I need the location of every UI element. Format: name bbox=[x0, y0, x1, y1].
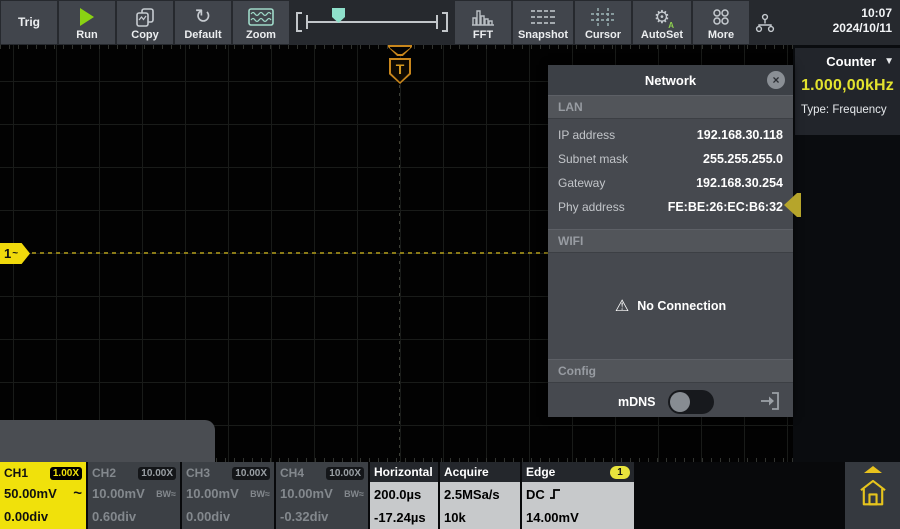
counter-panel: Counter ▼ 1.000,00kHz Type: Frequency bbox=[795, 48, 900, 135]
trigger-panel[interactable]: Edge 1 DC 14.00mV bbox=[522, 462, 634, 529]
timebase-value: 200.0µs bbox=[374, 487, 421, 502]
zoom-waveform-icon bbox=[248, 5, 274, 29]
trigger-level-marker[interactable] bbox=[784, 193, 801, 217]
cursor-icon bbox=[591, 5, 615, 29]
cursor-button[interactable]: Cursor bbox=[575, 1, 631, 44]
bandwidth-limit-icon: BW≈ bbox=[156, 489, 176, 499]
bandwidth-limit-icon: BW≈ bbox=[250, 489, 270, 499]
mdns-label: mDNS bbox=[618, 395, 656, 409]
sample-rate-value: 2.5MSa/s bbox=[444, 487, 500, 502]
more-button[interactable]: More bbox=[693, 1, 749, 44]
collapsed-menu-panel[interactable] bbox=[0, 420, 215, 462]
trigger-shield-icon: T bbox=[389, 58, 411, 84]
horizontal-position-slider[interactable] bbox=[292, 0, 452, 45]
date-label: 2024/10/11 bbox=[833, 21, 892, 36]
ch2-probe-badge: 10.00X bbox=[138, 467, 176, 480]
memory-depth-value: 10k bbox=[444, 510, 466, 525]
clock: 10:07 2024/10/11 bbox=[833, 0, 900, 45]
zoom-button[interactable]: Zoom bbox=[233, 1, 289, 44]
ch4-tile[interactable]: CH4 10.00X 10.00mV BW≈ -0.32div bbox=[276, 462, 368, 529]
wifi-status-text: No Connection bbox=[637, 299, 726, 313]
gateway-row[interactable]: Gateway 192.168.30.254 bbox=[548, 171, 793, 195]
trigger-coupling-value: DC bbox=[526, 487, 545, 502]
reset-icon: ↻ bbox=[195, 5, 212, 29]
lan-section-header: LAN bbox=[548, 95, 793, 119]
run-play-icon bbox=[80, 5, 94, 29]
default-button[interactable]: ↻ Default bbox=[175, 1, 231, 44]
copy-button[interactable]: Copy bbox=[117, 1, 173, 44]
wifi-status: ⚠ No Connection bbox=[548, 253, 793, 359]
trigger-level-value: 14.00mV bbox=[526, 510, 579, 525]
lan-status-icon[interactable] bbox=[752, 0, 778, 45]
slider-right-bracket bbox=[442, 12, 448, 32]
snapshot-icon bbox=[530, 5, 556, 29]
bottom-status-bar: CH1 1.00X 50.00mV ~ 0.00div CH2 10.00X 1… bbox=[0, 462, 900, 529]
warning-icon: ⚠ bbox=[615, 296, 629, 316]
slider-track bbox=[306, 21, 438, 23]
mdns-toggle[interactable] bbox=[668, 390, 714, 414]
counter-title: Counter bbox=[826, 54, 876, 69]
network-dialog-header: Network × bbox=[548, 65, 793, 95]
ac-coupling-icon: ~ bbox=[73, 485, 82, 502]
oscilloscope-screen: Trig Run Copy ↻ Default Zoom bbox=[0, 0, 900, 529]
top-toolbar: Trig Run Copy ↻ Default Zoom bbox=[0, 0, 900, 45]
mdns-row: mDNS bbox=[548, 383, 793, 421]
time-label: 10:07 bbox=[833, 6, 892, 21]
trigger-source-badge: 1 bbox=[610, 466, 630, 479]
copy-icon bbox=[135, 5, 155, 29]
home-icon bbox=[856, 476, 890, 510]
network-dialog: Network × LAN IP address 192.168.30.118 … bbox=[548, 65, 793, 417]
expand-up-icon bbox=[864, 466, 882, 473]
config-section-header: Config bbox=[548, 359, 793, 383]
horizontal-offset-value: -17.24µs bbox=[374, 510, 426, 525]
slider-right-tick bbox=[436, 15, 438, 29]
fft-button[interactable]: FFT bbox=[455, 1, 511, 44]
snapshot-button[interactable]: Snapshot bbox=[513, 1, 573, 44]
acquire-panel[interactable]: Acquire 2.5MSa/s 10k bbox=[440, 462, 520, 529]
bandwidth-limit-icon: BW≈ bbox=[344, 489, 364, 499]
right-sidebar: Counter ▼ 1.000,00kHz Type: Frequency bbox=[793, 45, 900, 462]
phy-address-row[interactable]: Phy address FE:BE:26:EC:B6:32 bbox=[548, 195, 793, 219]
ch1-probe-badge: 1.00X bbox=[50, 467, 82, 480]
trig-label: Trig bbox=[18, 16, 40, 29]
ch3-probe-badge: 10.00X bbox=[232, 467, 270, 480]
ch3-tile[interactable]: CH3 10.00X 10.00mV BW≈ 0.00div bbox=[182, 462, 274, 529]
chevron-down-icon: ▼ bbox=[884, 56, 894, 67]
fft-icon bbox=[471, 5, 495, 29]
ch2-tile[interactable]: CH2 10.00X 10.00mV BW≈ 0.60div bbox=[88, 462, 180, 529]
autoset-gear-icon: ⚙A bbox=[654, 5, 670, 29]
horizontal-panel[interactable]: Horizontal 200.0µs -17.24µs bbox=[370, 462, 438, 529]
autoset-button[interactable]: ⚙A AutoSet bbox=[633, 1, 691, 44]
more-grid-icon bbox=[712, 5, 730, 29]
ch4-probe-badge: 10.00X bbox=[326, 467, 364, 480]
trigger-funnel-icon bbox=[388, 45, 412, 56]
trigger-level-arrow-icon bbox=[784, 193, 797, 217]
ip-address-row[interactable]: IP address 192.168.30.118 bbox=[548, 123, 793, 147]
trig-menu-button[interactable]: Trig bbox=[1, 1, 57, 44]
slider-left-bracket bbox=[296, 12, 302, 32]
trigger-position-marker[interactable]: T bbox=[387, 45, 413, 84]
counter-dropdown[interactable]: Counter ▼ bbox=[801, 54, 894, 69]
home-button[interactable] bbox=[845, 462, 900, 529]
close-icon[interactable]: × bbox=[767, 71, 785, 89]
rising-edge-icon bbox=[549, 487, 562, 503]
apply-exit-icon[interactable] bbox=[759, 391, 781, 414]
ch1-tile[interactable]: CH1 1.00X 50.00mV ~ 0.00div bbox=[0, 462, 86, 529]
run-button[interactable]: Run bbox=[59, 1, 115, 44]
subnet-mask-row[interactable]: Subnet mask 255.255.255.0 bbox=[548, 147, 793, 171]
wifi-section-header: WIFI bbox=[548, 229, 793, 253]
counter-value: 1.000,00kHz bbox=[801, 77, 894, 95]
counter-type: Type: Frequency bbox=[801, 104, 894, 116]
ch1-level-marker[interactable]: 1 ~ bbox=[0, 243, 30, 264]
dialog-title: Network bbox=[645, 73, 696, 88]
